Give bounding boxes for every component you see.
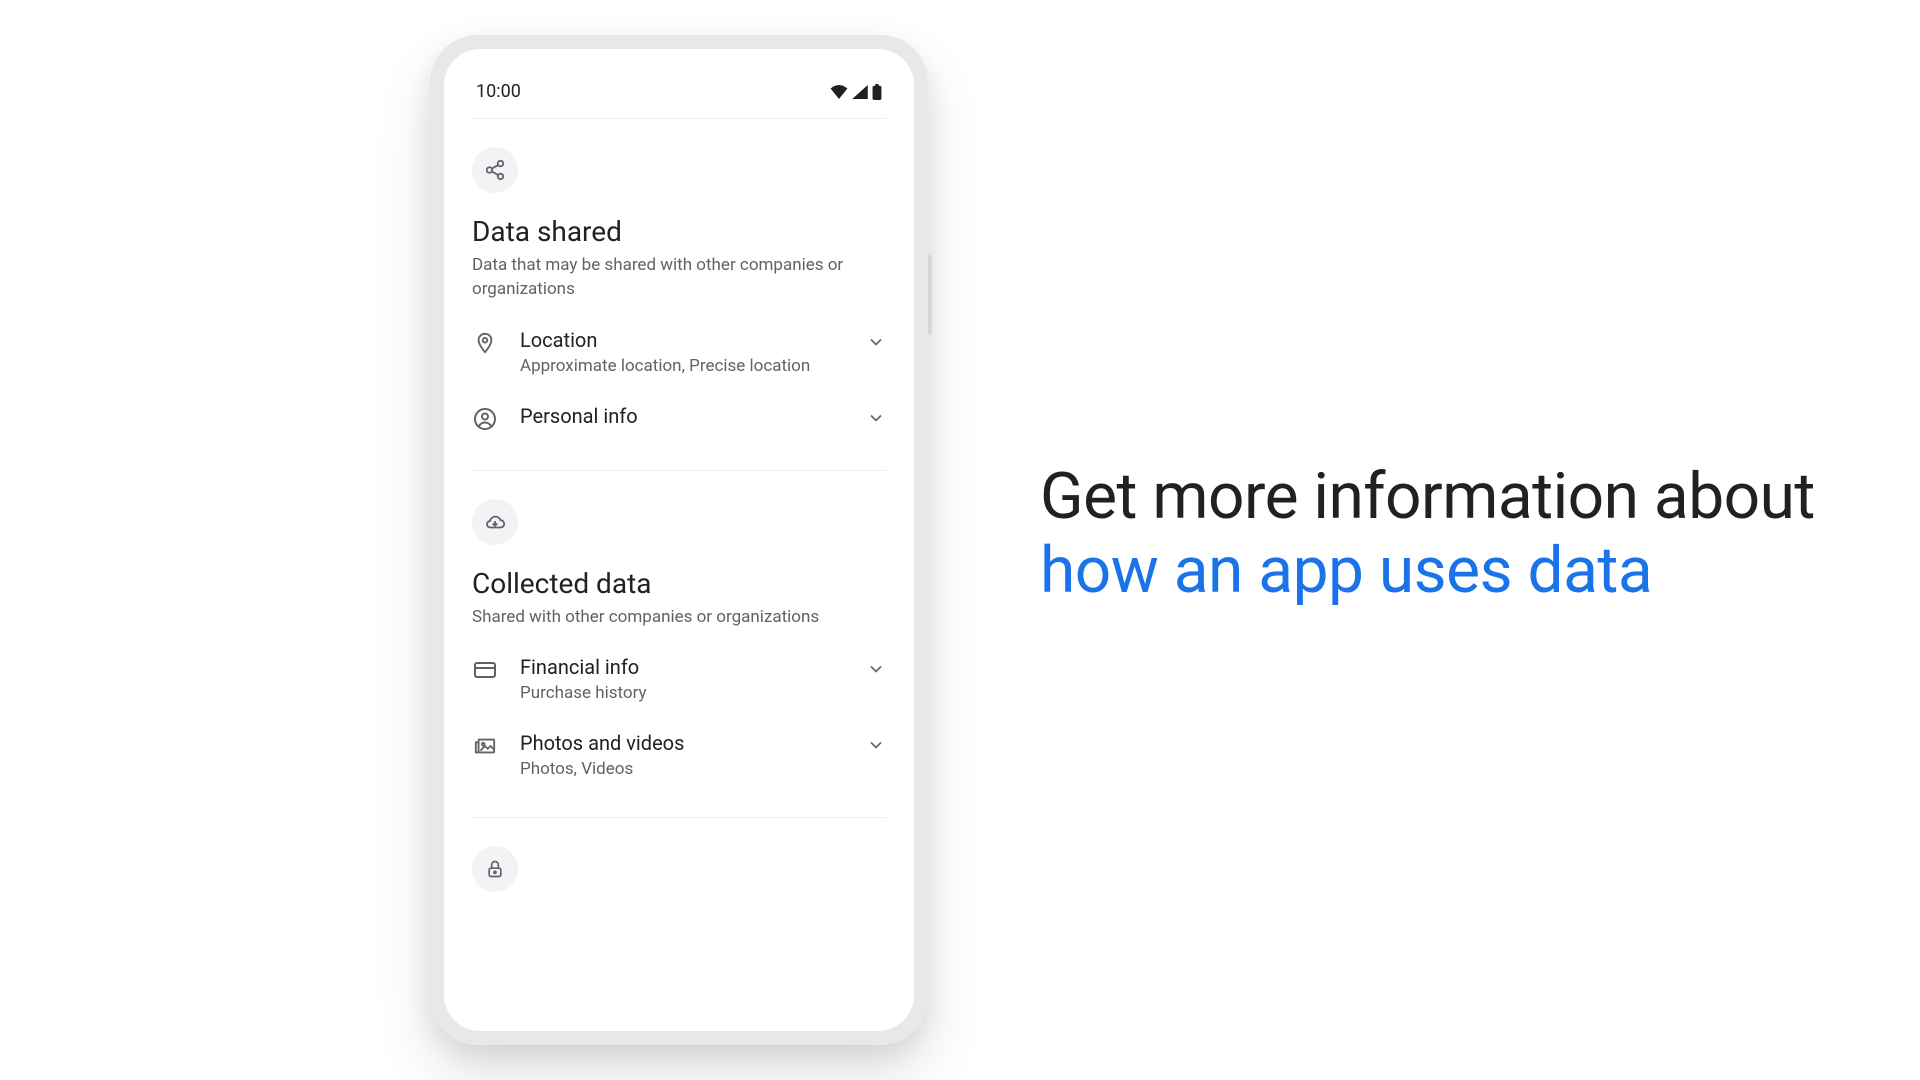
item-subtitle: Approximate location, Precise location	[520, 356, 844, 376]
personal-info-row[interactable]: Personal info	[472, 386, 886, 442]
item-subtitle: Photos, Videos	[520, 759, 844, 779]
collected-data-section: Collected data Shared with other compani…	[472, 470, 886, 790]
phone-frame: 10:00	[430, 35, 928, 1045]
phone-mockup: 10:00	[430, 35, 928, 1045]
location-row[interactable]: Location Approximate location, Precise l…	[472, 310, 886, 386]
security-section	[472, 817, 886, 892]
photos-videos-row[interactable]: Photos and videos Photos, Videos	[472, 713, 886, 789]
lock-icon	[472, 846, 518, 892]
status-bar: 10:00	[472, 73, 886, 119]
item-subtitle: Purchase history	[520, 683, 844, 703]
person-icon	[472, 406, 498, 432]
chevron-down-icon	[866, 332, 886, 352]
item-content: Photos and videos Photos, Videos	[520, 731, 844, 779]
section-subtitle: Data that may be shared with other compa…	[472, 254, 886, 302]
item-title: Photos and videos	[520, 731, 844, 755]
chevron-down-icon	[866, 659, 886, 679]
signal-icon	[852, 85, 868, 99]
section-subtitle: Shared with other companies or organizat…	[472, 606, 886, 630]
item-title: Location	[520, 328, 844, 352]
item-content: Personal info	[520, 404, 844, 432]
cloud-download-icon	[472, 499, 518, 545]
status-icons	[830, 84, 882, 100]
battery-icon	[872, 84, 882, 100]
credit-card-icon	[472, 657, 498, 683]
data-shared-section: Data shared Data that may be shared with…	[472, 119, 886, 442]
chevron-down-icon	[866, 735, 886, 755]
share-icon	[472, 147, 518, 193]
location-icon	[472, 330, 498, 356]
chevron-down-icon	[866, 408, 886, 428]
phone-power-button	[928, 255, 932, 335]
item-title: Financial info	[520, 655, 844, 679]
headline: Get more information about how an app us…	[1040, 460, 1815, 607]
section-title: Collected data	[472, 567, 886, 600]
item-content: Financial info Purchase history	[520, 655, 844, 703]
section-title: Data shared	[472, 215, 886, 248]
item-content: Location Approximate location, Precise l…	[520, 328, 844, 376]
media-icon	[472, 733, 498, 759]
headline-line1: Get more information about	[1040, 460, 1815, 534]
wifi-icon	[830, 85, 848, 99]
status-time: 10:00	[476, 81, 521, 102]
financial-info-row[interactable]: Financial info Purchase history	[472, 637, 886, 713]
phone-screen: 10:00	[444, 49, 914, 1031]
headline-line2: how an app uses data	[1040, 534, 1815, 608]
item-title: Personal info	[520, 404, 844, 428]
